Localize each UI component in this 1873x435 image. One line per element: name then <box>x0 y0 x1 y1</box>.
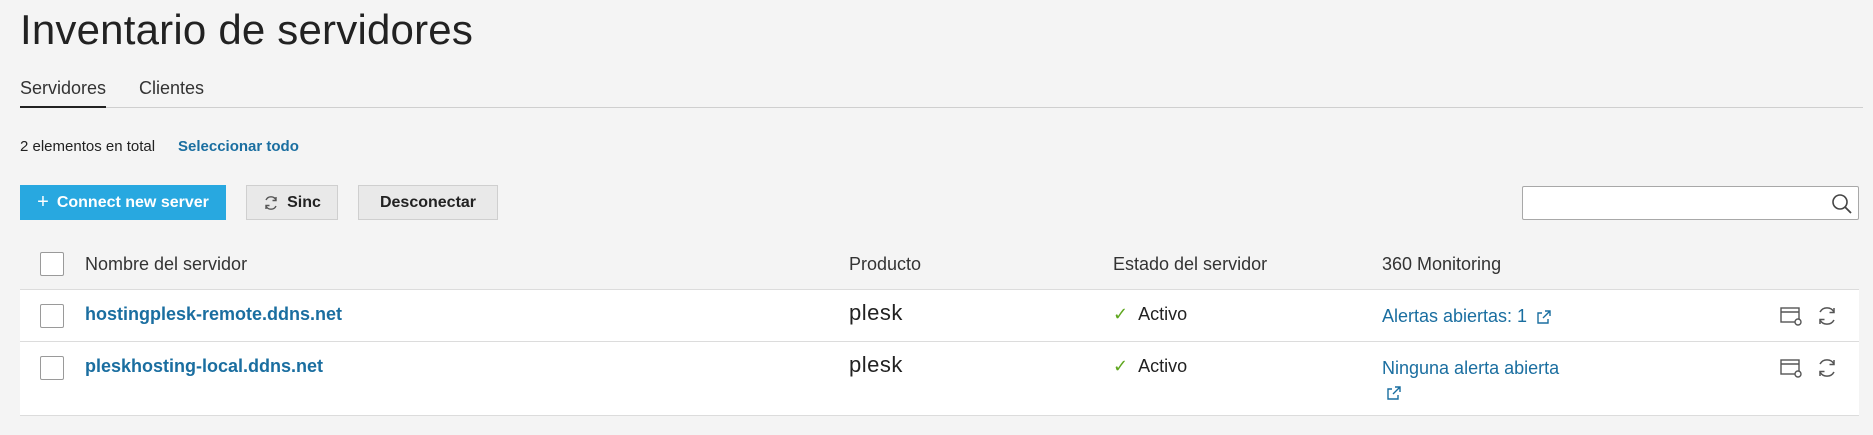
status-text: Activo <box>1138 304 1188 324</box>
total-count: 2 elementos en total <box>20 138 156 155</box>
external-link-icon <box>1387 386 1401 400</box>
header-server-status: Estado del servidor <box>1113 254 1268 274</box>
external-link-icon <box>1537 310 1551 324</box>
server-status: ✓ Activo <box>1113 304 1187 325</box>
tab-clientes[interactable]: Clientes <box>139 78 204 108</box>
refresh-icon[interactable] <box>1815 356 1839 380</box>
connect-new-server-button[interactable]: + Connect new server <box>20 185 226 220</box>
disconnect-button[interactable]: Desconectar <box>358 185 498 220</box>
sync-button-label: Sinc <box>287 193 321 211</box>
product-logo: plesk <box>849 300 903 326</box>
server-name-link[interactable]: pleskhosting-local.ddns.net <box>85 356 323 377</box>
status-text: Activo <box>1138 356 1188 376</box>
tab-servidores[interactable]: Servidores <box>20 78 107 108</box>
monitoring-link[interactable]: Ninguna alerta abierta <box>1382 356 1582 404</box>
table-row: hostingplesk-remote.ddns.net plesk ✓ Act… <box>20 290 1859 342</box>
search-input[interactable] <box>1529 191 1819 215</box>
row-checkbox[interactable] <box>40 356 64 380</box>
sync-icon <box>265 195 277 210</box>
monitoring-link[interactable]: Alertas abiertas: 1 <box>1382 304 1552 328</box>
server-settings-icon[interactable] <box>1779 356 1803 380</box>
plus-icon: + <box>37 191 49 213</box>
table-header: Nombre del servidor Producto Estado del … <box>20 246 1859 290</box>
row-actions <box>1779 304 1839 328</box>
monitoring-text: Ninguna alerta abierta <box>1382 358 1560 378</box>
refresh-icon[interactable] <box>1815 304 1839 328</box>
servers-table: Nombre del servidor Producto Estado del … <box>20 246 1859 416</box>
server-settings-icon[interactable] <box>1779 304 1803 328</box>
row-actions <box>1779 356 1839 380</box>
disconnect-button-label: Desconectar <box>379 193 477 211</box>
product-logo: plesk <box>849 352 903 378</box>
product-name: plesk <box>849 300 903 325</box>
sync-button[interactable]: Sinc <box>246 185 338 220</box>
check-icon: ✓ <box>1113 304 1129 324</box>
header-product: Producto <box>849 254 922 274</box>
tab-bar: Servidores Clientes <box>20 76 1863 108</box>
page-title: Inventario de servidores <box>20 6 474 53</box>
header-server-name[interactable]: Nombre del servidor <box>85 254 247 275</box>
select-all-link[interactable]: Seleccionar todo <box>178 138 299 155</box>
server-status: ✓ Activo <box>1113 356 1187 377</box>
connect-button-label: Connect new server <box>56 193 209 211</box>
search-icon[interactable] <box>1830 192 1854 216</box>
product-name: plesk <box>849 352 903 377</box>
select-all-checkbox[interactable] <box>40 252 64 276</box>
monitoring-text: Alertas abiertas: 1 <box>1382 306 1528 326</box>
check-icon: ✓ <box>1113 356 1129 376</box>
table-row: pleskhosting-local.ddns.net plesk ✓ Acti… <box>20 342 1859 416</box>
server-name-link[interactable]: hostingplesk-remote.ddns.net <box>85 304 342 325</box>
header-360-monitoring: 360 Monitoring <box>1382 254 1502 274</box>
search-box <box>1522 186 1859 220</box>
row-checkbox[interactable] <box>40 304 64 328</box>
